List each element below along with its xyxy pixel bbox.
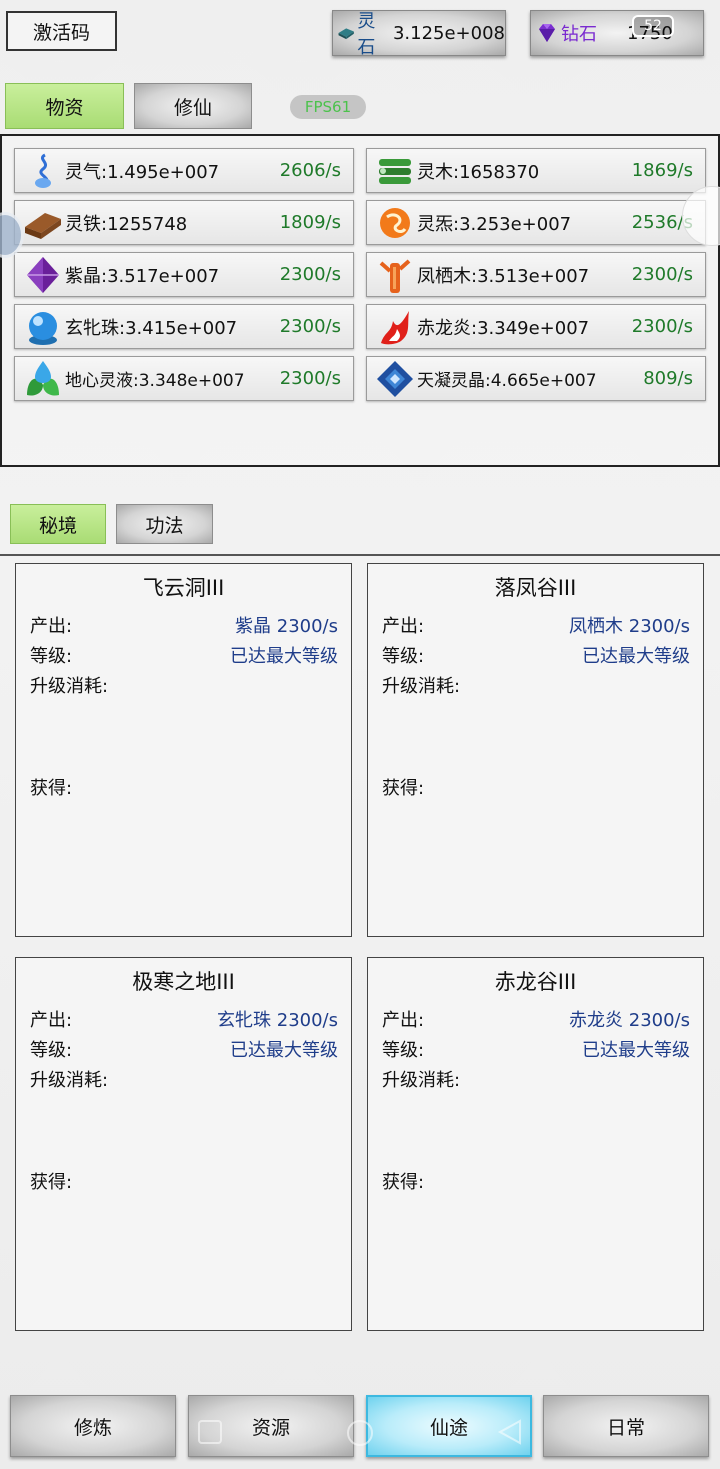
resource-rate: 1869/s: [631, 160, 693, 181]
resource-item: 天凝灵晶:4.665e+007 809/s: [366, 356, 706, 401]
level-value: 已达最大等级: [230, 1040, 338, 1061]
resource-name: 灵炁:3.253e+007: [417, 213, 572, 235]
spirit-stone-icon: [338, 28, 354, 40]
nav-cultivate-button[interactable]: 修炼: [10, 1395, 176, 1457]
earth-spirit-liquid-icon: [27, 360, 59, 396]
realm-title: 赤龙谷III: [494, 970, 577, 994]
resource-rate: 2300/s: [279, 316, 341, 337]
output-value: 紫晶 2300/s: [235, 616, 338, 637]
spirit-stone-label: 灵石: [357, 11, 376, 58]
purple-crystal-icon: [27, 256, 59, 293]
nav-daily-button[interactable]: 日常: [543, 1395, 709, 1457]
tab-techniques[interactable]: 功法: [116, 504, 213, 544]
spirit-fire-qi-icon: [380, 207, 410, 238]
realm-title: 落凤谷III: [494, 576, 577, 600]
upgrade-cost-label: 升级消耗:: [382, 676, 461, 697]
resource-name: 天凝灵晶:4.665e+007: [417, 371, 597, 391]
red-dragon-flame-icon: [381, 310, 409, 344]
level-value: 已达最大等级: [582, 646, 690, 667]
upgrade-cost-label: 升级消耗:: [30, 676, 109, 697]
diamond-display: 钻石 1750: [530, 10, 704, 56]
level-label: 等级:: [30, 1040, 73, 1061]
resource-rate: 2300/s: [279, 264, 341, 285]
resource-panel: 灵气:1.495e+007 2606/s 灵木:1658370 1869/s 灵…: [0, 134, 720, 467]
realm-title: 飞云洞III: [142, 576, 225, 600]
resource-name: 玄牝珠:3.415e+007: [65, 317, 238, 339]
resource-item: 凤栖木:3.513e+007 2300/s: [366, 252, 706, 297]
output-label: 产出:: [30, 1010, 73, 1031]
mystic-pearl-icon: [29, 311, 57, 345]
resource-rate: 809/s: [643, 368, 693, 389]
resource-name: 灵气:1.495e+007: [65, 161, 220, 183]
status-time-badge: 52: [632, 15, 674, 37]
spirit-qi-icon: [35, 153, 51, 188]
resource-item: 玄牝珠:3.415e+007 2300/s: [14, 304, 354, 349]
output-label: 产出:: [382, 616, 425, 637]
section-divider: [0, 554, 720, 556]
gain-label: 获得:: [30, 1172, 73, 1193]
upgrade-cost-label: 升级消耗:: [30, 1070, 109, 1091]
output-value: 赤龙炎 2300/s: [569, 1010, 690, 1031]
resource-name: 凤栖木:3.513e+007: [417, 265, 590, 287]
tab-materials[interactable]: 物资: [5, 83, 124, 129]
level-value: 已达最大等级: [230, 646, 338, 667]
tab-secret-realm[interactable]: 秘境: [10, 504, 106, 544]
gain-label: 获得:: [30, 778, 73, 799]
realm-card[interactable]: 落凤谷III 产出: 凤栖木 2300/s 等级: 已达最大等级 升级消耗: 获得:: [367, 563, 704, 937]
resource-item: 赤龙炎:3.349e+007 2300/s: [366, 304, 706, 349]
gain-label: 获得:: [382, 778, 425, 799]
fps-counter: FPS61: [290, 95, 366, 119]
realm-card[interactable]: 赤龙谷III 产出: 赤龙炎 2300/s 等级: 已达最大等级 升级消耗: 获得:: [367, 957, 704, 1331]
spirit-wood-icon: [379, 158, 411, 184]
resource-item: 灵炁:3.253e+007 2536/s: [366, 200, 706, 245]
resource-rate: 1809/s: [279, 212, 341, 233]
spirit-stone-value: 3.125e+008: [392, 22, 505, 44]
resource-item: 紫晶:3.517e+007 2300/s: [14, 252, 354, 297]
system-back-icon[interactable]: [496, 1418, 524, 1446]
resource-rate: 2606/s: [279, 160, 341, 181]
output-value: 玄牝珠 2300/s: [217, 1010, 338, 1031]
resource-item: 灵木:1658370 1869/s: [366, 148, 706, 193]
system-home-icon[interactable]: [345, 1418, 375, 1448]
system-recents-icon[interactable]: [196, 1418, 224, 1446]
resource-name: 赤龙炎:3.349e+007: [417, 317, 590, 339]
spirit-iron-icon: [25, 212, 61, 239]
resource-rate: 2300/s: [631, 264, 693, 285]
resource-item: 灵铁:1255748 1809/s: [14, 200, 354, 245]
resource-item: 地心灵液:3.348e+007 2300/s: [14, 356, 354, 401]
gain-label: 获得:: [382, 1172, 425, 1193]
level-label: 等级:: [382, 646, 425, 667]
diamond-label: 钻石: [561, 24, 597, 45]
output-label: 产出:: [30, 616, 73, 637]
level-value: 已达最大等级: [582, 1040, 690, 1061]
tab-cultivation[interactable]: 修仙: [134, 83, 252, 129]
resource-item: 灵气:1.495e+007 2606/s: [14, 148, 354, 193]
level-label: 等级:: [382, 1040, 425, 1061]
output-label: 产出:: [382, 1010, 425, 1031]
spirit-stone-display: 灵石 3.125e+008: [332, 10, 506, 58]
phoenix-wood-icon: [379, 259, 411, 293]
resource-rate: 2300/s: [279, 368, 341, 389]
resource-name: 灵铁:1255748: [65, 213, 188, 235]
upgrade-cost-label: 升级消耗:: [382, 1070, 461, 1091]
sky-crystal-icon: [377, 360, 413, 397]
diamond-icon: [539, 24, 555, 42]
realm-title: 极寒之地III: [132, 970, 235, 994]
level-label: 等级:: [30, 646, 73, 667]
output-value: 凤栖木 2300/s: [569, 616, 690, 637]
resource-rate: 2300/s: [631, 316, 693, 337]
realm-card[interactable]: 飞云洞III 产出: 紫晶 2300/s 等级: 已达最大等级 升级消耗: 获得:: [15, 563, 352, 937]
resource-name: 灵木:1658370: [417, 161, 540, 183]
activation-code-button[interactable]: 激活码: [6, 11, 117, 51]
resource-name: 紫晶:3.517e+007: [65, 265, 220, 287]
realm-card[interactable]: 极寒之地III 产出: 玄牝珠 2300/s 等级: 已达最大等级 升级消耗: 获得…: [15, 957, 352, 1331]
resource-name: 地心灵液:3.348e+007: [65, 371, 245, 391]
